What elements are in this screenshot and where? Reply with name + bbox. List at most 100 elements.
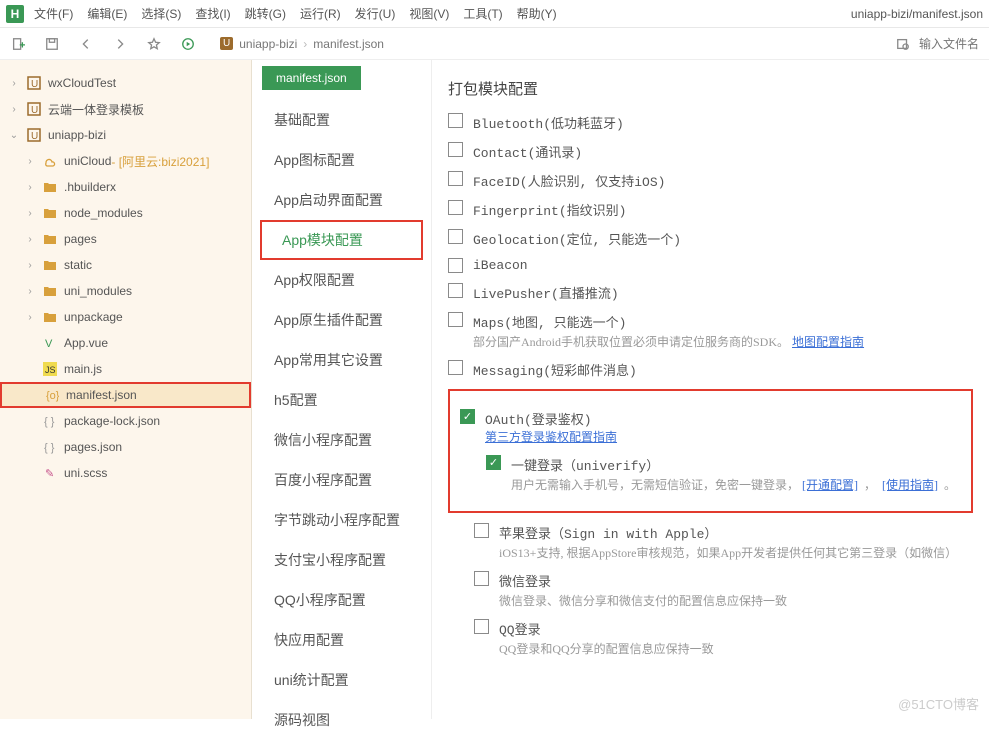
menu-edit[interactable]: 编辑(E) [87, 5, 127, 22]
checkbox-icon[interactable] [474, 571, 489, 586]
confnav-item[interactable]: 支付宝小程序配置 [252, 540, 431, 580]
module-row[interactable]: Maps(地图, 只能选一个)部分国产Android手机获取位置必须申请定位服务… [448, 312, 973, 350]
menu-select[interactable]: 选择(S) [141, 5, 181, 22]
module-row[interactable]: Fingerprint(指纹识别) [448, 200, 973, 219]
module-row[interactable]: iBeacon [448, 258, 973, 273]
confnav-item[interactable]: h5配置 [252, 380, 431, 420]
new-file-icon[interactable] [10, 36, 26, 52]
menu-file[interactable]: 文件(F) [34, 5, 73, 22]
tree-item-pages-json[interactable]: { }pages.json [0, 434, 251, 460]
run-icon[interactable] [180, 36, 196, 52]
module-apple-login[interactable]: 苹果登录（Sign in with Apple） iOS13+支持, 根据App… [474, 523, 973, 561]
module-row[interactable]: LivePusher(直播推流) [448, 283, 973, 302]
breadcrumb-project[interactable]: uniapp-bizi [239, 37, 297, 51]
checkbox-icon[interactable] [448, 258, 463, 273]
tree-item-node_modules[interactable]: node_modules [0, 200, 251, 226]
oauth-guide-link[interactable]: 第三方登录鉴权配置指南 [485, 428, 617, 445]
search-input[interactable] [919, 37, 979, 51]
tree-item-app-vue[interactable]: VApp.vue [0, 330, 251, 356]
confnav-item[interactable]: 字节跳动小程序配置 [252, 500, 431, 540]
expand-arrow-icon[interactable] [24, 182, 36, 193]
menu-help[interactable]: 帮助(Y) [517, 5, 557, 22]
expand-arrow-icon[interactable] [24, 260, 36, 271]
star-icon[interactable] [146, 36, 162, 52]
module-row[interactable]: Messaging(短彩邮件消息) [448, 360, 973, 379]
confnav-item[interactable]: 基础配置 [252, 100, 431, 140]
tree-item-static[interactable]: static [0, 252, 251, 278]
module-univerify[interactable]: 一键登录（univerify） 用户无需输入手机号，无需短信验证，免密一键登录，… [486, 455, 961, 493]
menu-goto[interactable]: 跳转(G) [245, 5, 286, 22]
module-sublink[interactable]: 地图配置指南 [792, 335, 864, 349]
module-oauth[interactable]: OAuth(登录鉴权) 第三方登录鉴权配置指南 [460, 409, 961, 445]
confnav-item[interactable]: App模块配置 [260, 220, 423, 260]
confnav-item[interactable]: App图标配置 [252, 140, 431, 180]
tree-item-pages[interactable]: pages [0, 226, 251, 252]
expand-arrow-icon[interactable] [24, 312, 36, 323]
confnav-item[interactable]: App启动界面配置 [252, 180, 431, 220]
nav-forward-icon[interactable] [112, 36, 128, 52]
tree-item-manifest-json[interactable]: {o}manifest.json [0, 382, 251, 408]
menu-publish[interactable]: 发行(U) [355, 5, 396, 22]
checkbox-icon[interactable] [448, 360, 463, 375]
confnav-item[interactable]: 快应用配置 [252, 620, 431, 660]
checkbox-icon[interactable] [448, 171, 463, 186]
tree-item---------[interactable]: U云端一体登录模板 [0, 96, 251, 122]
checkbox-icon[interactable] [448, 200, 463, 215]
breadcrumb: U uniapp-bizi › manifest.json [220, 37, 384, 51]
editor-tab[interactable]: manifest.json [262, 66, 361, 90]
checkbox-icon[interactable] [460, 409, 475, 424]
module-label: OAuth(登录鉴权) [485, 409, 617, 428]
confnav-item[interactable]: App原生插件配置 [252, 300, 431, 340]
confnav-item[interactable]: App常用其它设置 [252, 340, 431, 380]
module-row[interactable]: Geolocation(定位, 只能选一个) [448, 229, 973, 248]
expand-arrow-icon[interactable] [24, 156, 36, 167]
breadcrumb-file[interactable]: manifest.json [313, 37, 384, 51]
checkbox-icon[interactable] [474, 619, 489, 634]
tree-item-uniapp-bizi[interactable]: Uuniapp-bizi [0, 122, 251, 148]
module-qq-login[interactable]: QQ登录 QQ登录和QQ分享的配置信息应保持一致 [474, 619, 973, 657]
checkbox-icon[interactable] [448, 142, 463, 157]
tree-item-main-js[interactable]: JSmain.js [0, 356, 251, 382]
menu-run[interactable]: 运行(R) [300, 5, 341, 22]
confnav-item[interactable]: 百度小程序配置 [252, 460, 431, 500]
checkbox-icon[interactable] [448, 283, 463, 298]
module-row[interactable]: Bluetooth(低功耗蓝牙) [448, 113, 973, 132]
module-row[interactable]: Contact(通讯录) [448, 142, 973, 161]
tree-item-wxcloudtest[interactable]: UwxCloudTest [0, 70, 251, 96]
tree-item-unpackage[interactable]: unpackage [0, 304, 251, 330]
checkbox-icon[interactable] [486, 455, 501, 470]
tree-item-label: node_modules [64, 206, 143, 220]
expand-arrow-icon[interactable] [24, 208, 36, 219]
checkbox-icon[interactable] [474, 523, 489, 538]
module-wechat-login[interactable]: 微信登录 微信登录、微信分享和微信支付的配置信息应保持一致 [474, 571, 973, 609]
module-label: Fingerprint(指纹识别) [473, 200, 626, 219]
checkbox-icon[interactable] [448, 312, 463, 327]
module-row[interactable]: FaceID(人脸识别, 仅支持iOS) [448, 171, 973, 190]
expand-arrow-icon[interactable] [8, 130, 20, 141]
tree-item-package-lock-json[interactable]: { }package-lock.json [0, 408, 251, 434]
confnav-item[interactable]: 微信小程序配置 [252, 420, 431, 460]
univerify-guide-link[interactable]: [使用指南] [882, 478, 938, 492]
menu-find[interactable]: 查找(I) [195, 5, 230, 22]
expand-arrow-icon[interactable] [8, 104, 20, 115]
univerify-open-link[interactable]: [开通配置] [802, 478, 858, 492]
checkbox-icon[interactable] [448, 229, 463, 244]
tree-item-uni-scss[interactable]: ✎uni.scss [0, 460, 251, 486]
expand-arrow-icon[interactable] [8, 78, 20, 89]
confnav-item[interactable]: QQ小程序配置 [252, 580, 431, 620]
tree-item--hbuilderx[interactable]: .hbuilderx [0, 174, 251, 200]
confnav-item[interactable]: 源码视图 [252, 700, 431, 740]
nav-back-icon[interactable] [78, 36, 94, 52]
tree-item-uni_modules[interactable]: uni_modules [0, 278, 251, 304]
confnav-item[interactable]: App权限配置 [252, 260, 431, 300]
checkbox-icon[interactable] [448, 113, 463, 128]
tree-item-unicloud[interactable]: uniCloud - [阿里云:bizi2021] [0, 148, 251, 174]
search-preview-icon[interactable] [895, 36, 911, 52]
menu-tools[interactable]: 工具(T) [463, 5, 502, 22]
expand-arrow-icon[interactable] [24, 234, 36, 245]
file-type-icon: ✎ [42, 465, 58, 481]
save-icon[interactable] [44, 36, 60, 52]
menu-view[interactable]: 视图(V) [409, 5, 449, 22]
expand-arrow-icon[interactable] [24, 286, 36, 297]
confnav-item[interactable]: uni统计配置 [252, 660, 431, 700]
